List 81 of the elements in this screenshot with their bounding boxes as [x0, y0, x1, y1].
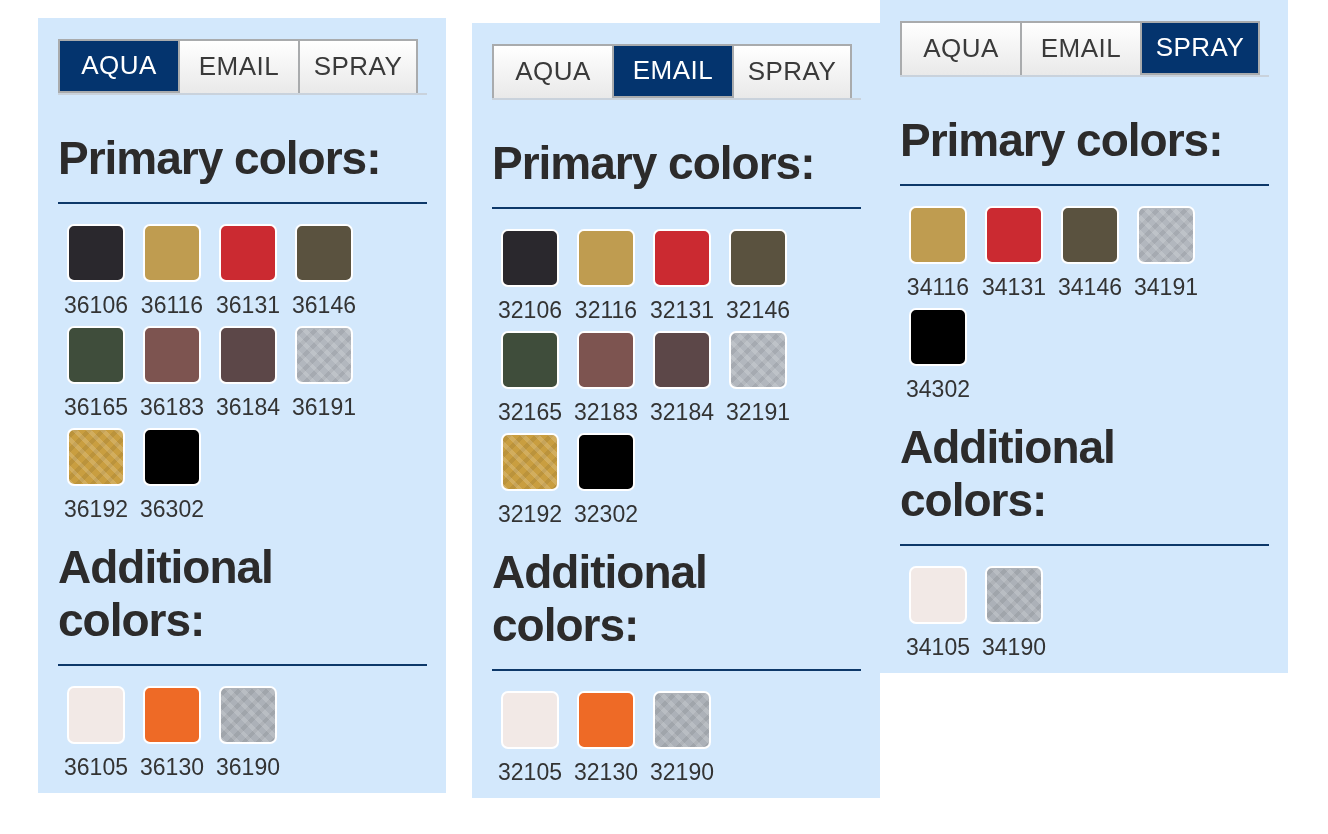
color-code: 34302 — [906, 376, 970, 402]
color-code: 36131 — [216, 292, 280, 318]
color-swatch-icon[interactable] — [1137, 206, 1195, 264]
color-swatch-icon[interactable] — [577, 691, 635, 749]
color-swatch-icon[interactable] — [295, 326, 353, 384]
color-code: 32146 — [726, 297, 790, 323]
color-code: 36130 — [140, 754, 204, 780]
color-code: 36184 — [216, 394, 280, 420]
color-code: 36302 — [140, 496, 204, 522]
section-heading: Additional colors: — [900, 421, 1116, 527]
color-swatch-icon[interactable] — [909, 308, 967, 366]
color-swatch-icon[interactable] — [985, 206, 1043, 264]
color-swatch-icon[interactable] — [909, 206, 967, 264]
color-swatch-icon[interactable] — [653, 229, 711, 287]
color-swatch-icon[interactable] — [143, 428, 201, 486]
color-code: 32191 — [726, 399, 790, 425]
color-code: 36183 — [140, 394, 204, 420]
color-swatch-icon[interactable] — [577, 331, 635, 389]
color-swatch-icon[interactable] — [909, 566, 967, 624]
tab[interactable]: AQUA — [492, 44, 612, 98]
color-swatch-icon[interactable] — [577, 433, 635, 491]
color-code: 32105 — [498, 759, 562, 785]
color-swatch-icon[interactable] — [143, 326, 201, 384]
color-code: 36192 — [64, 496, 128, 522]
section-heading: Primary colors: — [900, 114, 1224, 167]
color-swatch-icon[interactable] — [219, 686, 277, 744]
color-code: 36105 — [64, 754, 128, 780]
color-code: 34191 — [1134, 274, 1198, 300]
tab[interactable]: SPRAY — [732, 44, 852, 98]
section-heading: Additional colors: — [58, 541, 274, 647]
color-code: 36191 — [292, 394, 356, 420]
color-swatch-icon[interactable] — [1061, 206, 1119, 264]
color-code: 34146 — [1058, 274, 1122, 300]
color-swatch-icon[interactable] — [295, 224, 353, 282]
color-code: 32190 — [650, 759, 714, 785]
color-swatch-icon[interactable] — [653, 691, 711, 749]
color-swatch-icon[interactable] — [67, 326, 125, 384]
color-code: 34105 — [906, 634, 970, 660]
color-code: 32183 — [574, 399, 638, 425]
color-code: 36146 — [292, 292, 356, 318]
tab[interactable]: AQUA — [58, 39, 178, 93]
color-swatch-icon[interactable] — [143, 686, 201, 744]
color-code: 32130 — [574, 759, 638, 785]
color-swatch-icon[interactable] — [729, 229, 787, 287]
tab[interactable]: SPRAY — [298, 39, 418, 93]
color-code: 32192 — [498, 501, 562, 527]
color-code: 32165 — [498, 399, 562, 425]
color-code: 34131 — [982, 274, 1046, 300]
color-swatch-icon[interactable] — [219, 326, 277, 384]
tab[interactable]: SPRAY — [1140, 21, 1260, 75]
section-heading: Additional colors: — [492, 546, 708, 652]
color-swatch-icon[interactable] — [729, 331, 787, 389]
color-swatch-icon[interactable] — [501, 331, 559, 389]
section-heading: Primary colors: — [58, 132, 382, 185]
tab[interactable]: EMAIL — [1020, 21, 1140, 75]
color-swatch-icon[interactable] — [577, 229, 635, 287]
color-swatch-icon[interactable] — [985, 566, 1043, 624]
color-code: 32184 — [650, 399, 714, 425]
color-code: 32116 — [574, 297, 638, 323]
color-code: 32131 — [650, 297, 714, 323]
color-swatch-icon[interactable] — [67, 224, 125, 282]
tab[interactable]: EMAIL — [178, 39, 298, 93]
color-code: 32106 — [498, 297, 562, 323]
color-swatch-icon[interactable] — [67, 686, 125, 744]
color-swatch-icon[interactable] — [67, 428, 125, 486]
color-swatch-icon[interactable] — [653, 331, 711, 389]
color-swatch-icon[interactable] — [501, 229, 559, 287]
color-code: 34190 — [982, 634, 1046, 660]
color-code: 32302 — [574, 501, 638, 527]
color-code: 36106 — [64, 292, 128, 318]
color-swatch-icon[interactable] — [501, 433, 559, 491]
color-code: 36165 — [64, 394, 128, 420]
tab[interactable]: EMAIL — [612, 44, 732, 98]
color-code: 36190 — [216, 754, 280, 780]
section-heading: Primary colors: — [492, 137, 816, 190]
color-swatch-icon[interactable] — [143, 224, 201, 282]
color-code: 34116 — [906, 274, 970, 300]
color-swatch-icon[interactable] — [219, 224, 277, 282]
tab[interactable]: AQUA — [900, 21, 1020, 75]
color-code: 36116 — [140, 292, 204, 318]
color-swatch-icon[interactable] — [501, 691, 559, 749]
